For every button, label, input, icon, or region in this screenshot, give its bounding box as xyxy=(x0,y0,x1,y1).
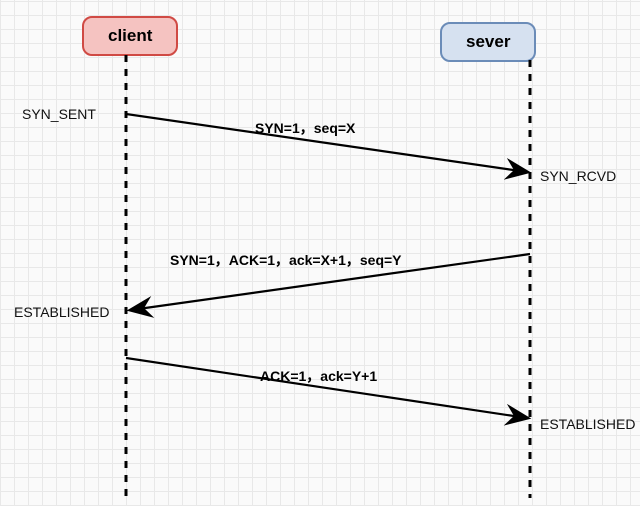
actor-client-label: client xyxy=(108,26,152,45)
actor-server-label: sever xyxy=(466,32,510,51)
message-2-label: SYN=1，ACK=1，ack=X+1，seq=Y xyxy=(170,250,402,270)
actor-server-box: sever xyxy=(440,22,536,62)
message-1-label: SYN=1，seq=X xyxy=(255,118,355,138)
actor-client-box: client xyxy=(82,16,178,56)
state-syn-rcvd: SYN_RCVD xyxy=(540,168,616,184)
state-established-left: ESTABLISHED xyxy=(14,304,109,320)
state-syn-sent: SYN_SENT xyxy=(22,106,96,122)
state-established-right: ESTABLISHED xyxy=(540,416,635,432)
message-3-label: ACK=1，ack=Y+1 xyxy=(260,366,377,386)
